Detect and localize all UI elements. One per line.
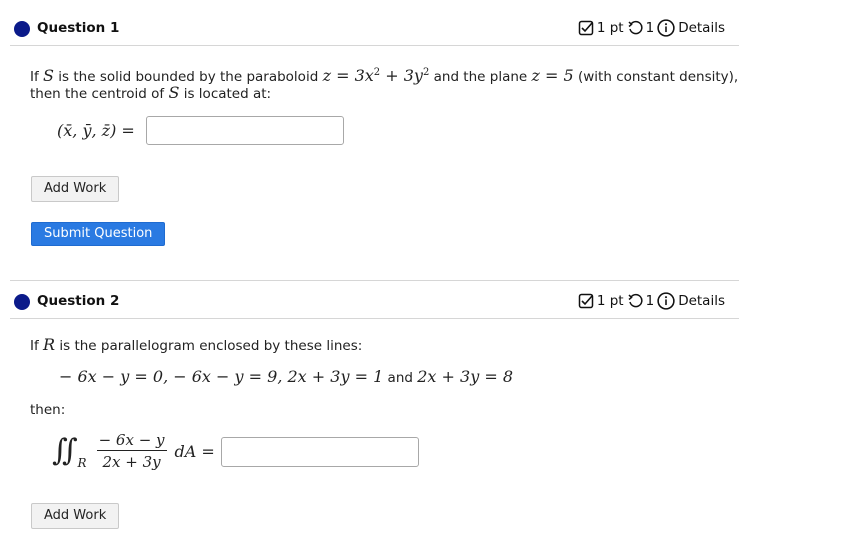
fraction-denominator: 2x + 3y [102,453,161,471]
integrand-fraction: − 6x − y 2x + 3y [96,431,167,471]
integral-sign: ∬ [52,433,78,468]
question-status-dot [14,21,30,37]
region-subscript: R [77,456,87,470]
retry-icon [628,20,643,35]
details-link[interactable]: Details [678,293,725,309]
question-title: Question 2 [37,293,120,309]
fraction-numerator: − 6x − y [96,431,167,451]
double-integral-expression: ∬ R − 6x − y 2x + 3y dA = [52,428,215,474]
question-1-header: Question 1 1 pt 1 Details [0,9,740,45]
retry-icon [628,293,643,308]
submit-question-button[interactable]: Submit Question [31,222,166,246]
centroid-answer-input[interactable] [146,116,344,145]
info-icon[interactable] [657,292,675,310]
points-label: 1 pt [596,293,624,309]
then-label: then: [30,402,66,418]
question-1-text-line2: then the centroid of S is located at: [30,83,272,102]
question-meta: 1 pt 1 Details [578,19,728,37]
divider [10,45,739,46]
question-status-dot [14,294,30,310]
attempts-count: 1 [645,20,655,36]
checkbox-icon [578,20,594,36]
divider [10,318,739,319]
question-2-header: Question 2 1 pt 1 Details [0,282,740,318]
integral-answer-input[interactable] [221,437,419,467]
add-work-button[interactable]: Add Work [31,503,120,529]
question-title: Question 1 [37,20,120,36]
attempts-count: 1 [645,293,655,309]
question-meta: 1 pt 1 Details [578,292,728,310]
boundary-lines: − 6x − y = 0, − 6x − y = 9, 2x + 3y = 1 … [59,367,513,386]
details-link[interactable]: Details [678,20,725,36]
centroid-label: (x̄, ȳ, z̄) = [57,121,135,140]
checkbox-icon [578,293,594,309]
add-work-button[interactable]: Add Work [31,176,120,202]
points-label: 1 pt [596,20,624,36]
divider [10,280,739,281]
dA-label: dA = [174,441,215,461]
question-2-text: If R is the parallelogram enclosed by th… [30,335,363,354]
info-icon[interactable] [657,19,675,37]
